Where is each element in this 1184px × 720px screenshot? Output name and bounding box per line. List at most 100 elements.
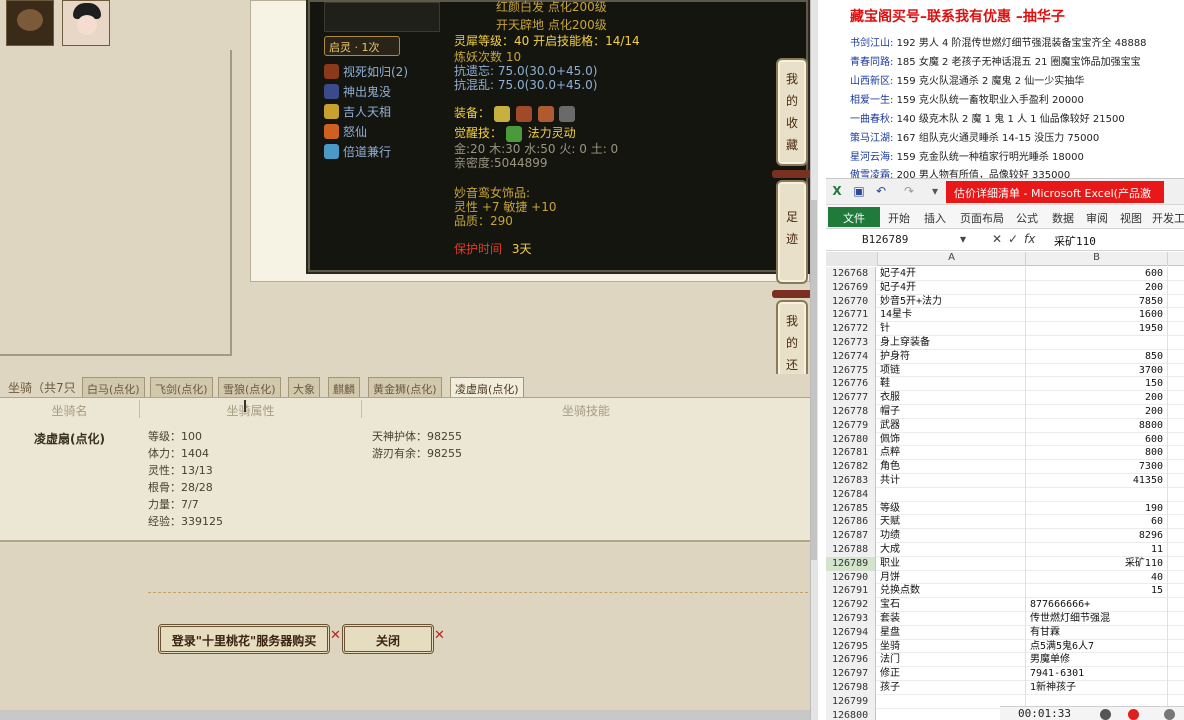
column-header-b[interactable]: B <box>1026 252 1168 266</box>
table-row[interactable]: 126798 孩子 1新神孩子 <box>826 680 1184 695</box>
cell-a[interactable]: 共计 <box>878 473 1026 488</box>
cell-b[interactable]: 1新神孩子 <box>1026 680 1168 695</box>
table-row[interactable]: 126769 妃子4开 200 <box>826 280 1184 295</box>
name-box[interactable]: B126789 <box>862 233 970 249</box>
row-number[interactable]: 126784 <box>826 487 876 502</box>
cell-a[interactable]: 身上穿装备 <box>878 335 1026 350</box>
scrollbar-thumb[interactable] <box>811 200 817 560</box>
table-row[interactable]: 126794 星盘 有甘霖 <box>826 625 1184 640</box>
table-row[interactable]: 126787 功绩 8296 <box>826 529 1184 543</box>
cell-b[interactable] <box>1026 487 1168 502</box>
formula-input[interactable]: 采矿110 <box>1054 233 1096 249</box>
skill-item[interactable]: 视死如归(2) <box>324 62 408 80</box>
cell-b[interactable]: 200 <box>1026 280 1168 295</box>
select-all-corner[interactable] <box>826 252 878 266</box>
cell-a[interactable]: 妃子4开 <box>878 267 1026 281</box>
tab-view[interactable]: 视图 <box>1120 210 1142 226</box>
cell-b[interactable]: 3700 <box>1026 363 1168 378</box>
cell-a[interactable]: 妃子4开 <box>878 280 1026 295</box>
footprints-button[interactable]: 足 迹 <box>776 180 808 284</box>
namebox-dropdown-icon[interactable]: ▾ <box>960 232 966 246</box>
cell-a[interactable]: 功绩 <box>878 529 1026 543</box>
cell-b[interactable]: 采矿110 <box>1026 556 1168 571</box>
row-number[interactable]: 126780 <box>826 432 876 447</box>
cell-a[interactable]: 法门 <box>878 653 1026 668</box>
cell-b[interactable]: 600 <box>1026 432 1168 447</box>
character-portrait[interactable] <box>6 0 54 46</box>
tab-mount-active[interactable]: 凌虚扇(点化) <box>450 377 524 397</box>
cell-a[interactable]: 星盘 <box>878 625 1026 640</box>
cell-b[interactable]: 60 <box>1026 515 1168 530</box>
cell-a[interactable]: 职业 <box>878 556 1026 571</box>
cell-a[interactable]: 妙音5开+法力 <box>878 294 1026 309</box>
insert-function-icon[interactable]: fx <box>1024 232 1035 246</box>
row-number[interactable]: 126797 <box>826 667 876 681</box>
close-button[interactable]: 关闭 <box>342 624 434 654</box>
cell-b[interactable]: 200 <box>1026 404 1168 419</box>
cell-b[interactable]: 8800 <box>1026 418 1168 433</box>
row-number[interactable]: 126781 <box>826 446 876 461</box>
table-row[interactable]: 126775 项链 3700 <box>826 363 1184 378</box>
table-row[interactable]: 126795 坐骑 点5满5鬼6人7 <box>826 639 1184 654</box>
cell-b[interactable]: 传世燃灯细节强混 <box>1026 611 1168 626</box>
cell-a[interactable]: 点粹 <box>878 446 1026 461</box>
enter-icon[interactable]: ✓ <box>1008 232 1018 246</box>
row-number[interactable]: 126788 <box>826 542 876 557</box>
row-number[interactable]: 126768 <box>826 267 876 281</box>
login-purchase-button[interactable]: 登录"十里桃花"服务器购买 <box>158 624 330 654</box>
cell-b[interactable]: 15 <box>1026 584 1168 599</box>
table-row[interactable]: 126770 妙音5开+法力 7850 <box>826 294 1184 309</box>
cell-a[interactable]: 宝石 <box>878 598 1026 612</box>
cell-a[interactable]: 天赋 <box>878 515 1026 530</box>
equip-armor-icon[interactable] <box>537 105 554 122</box>
tab-mount[interactable]: 雪狼(点化) <box>218 377 281 397</box>
cell-b[interactable]: 7300 <box>1026 460 1168 474</box>
row-number[interactable]: 126770 <box>826 294 876 309</box>
row-number[interactable]: 126799 <box>826 694 876 709</box>
cell-b[interactable]: 1950 <box>1026 322 1168 336</box>
cell-a[interactable]: 武器 <box>878 418 1026 433</box>
row-number[interactable]: 126782 <box>826 460 876 474</box>
tab-mount[interactable]: 麒麟 <box>328 377 360 397</box>
tab-mount[interactable]: 白马(点化) <box>82 377 145 397</box>
cell-a[interactable]: 佩饰 <box>878 432 1026 447</box>
cell-b[interactable]: 600 <box>1026 267 1168 281</box>
equip-claw-icon[interactable] <box>515 105 532 122</box>
cell-a[interactable]: 鞋 <box>878 377 1026 392</box>
column-header-a[interactable]: A <box>878 252 1026 266</box>
row-number[interactable]: 126792 <box>826 598 876 612</box>
cell-b[interactable]: 11 <box>1026 542 1168 557</box>
table-row[interactable]: 126789 职业 采矿110 <box>826 556 1184 571</box>
camera-icon[interactable] <box>1164 709 1175 720</box>
cell-b[interactable]: 877666666+ <box>1026 598 1168 612</box>
cell-a[interactable]: 角色 <box>878 460 1026 474</box>
cell-a[interactable]: 兑换点数 <box>878 584 1026 599</box>
cancel-icon[interactable]: ✕ <box>992 232 1002 246</box>
cell-b[interactable] <box>1026 335 1168 350</box>
table-row[interactable]: 126783 共计 41350 <box>826 473 1184 488</box>
my-favorites-button[interactable]: 我 的 收 藏 <box>776 58 808 166</box>
table-row[interactable]: 126780 佩饰 600 <box>826 432 1184 447</box>
row-number[interactable]: 126793 <box>826 611 876 626</box>
tab-insert[interactable]: 插入 <box>924 210 946 226</box>
cell-b[interactable]: 150 <box>1026 377 1168 392</box>
row-number[interactable]: 126791 <box>826 584 876 599</box>
row-number[interactable]: 126779 <box>826 418 876 433</box>
skill-item[interactable]: 吉人天相 <box>324 102 391 120</box>
cell-a[interactable]: 孩子 <box>878 680 1026 695</box>
equip-bead-icon[interactable] <box>493 105 510 122</box>
pause-icon[interactable] <box>1100 709 1111 720</box>
cell-b[interactable]: 7850 <box>1026 294 1168 309</box>
skill-item[interactable]: 怒仙 <box>324 122 367 140</box>
table-row[interactable]: 126776 鞋 150 <box>826 377 1184 392</box>
table-row[interactable]: 126781 点粹 800 <box>826 446 1184 461</box>
cell-b[interactable]: 850 <box>1026 349 1168 364</box>
cell-a[interactable]: 衣服 <box>878 391 1026 405</box>
row-number[interactable]: 126789 <box>826 556 876 571</box>
table-row[interactable]: 126768 妃子4开 600 <box>826 267 1184 281</box>
row-number[interactable]: 126777 <box>826 391 876 405</box>
cell-b[interactable]: 7941-6301 <box>1026 667 1168 681</box>
cell-a[interactable]: 等级 <box>878 501 1026 516</box>
tab-formulas[interactable]: 公式 <box>1016 210 1038 226</box>
row-number[interactable]: 126787 <box>826 529 876 543</box>
